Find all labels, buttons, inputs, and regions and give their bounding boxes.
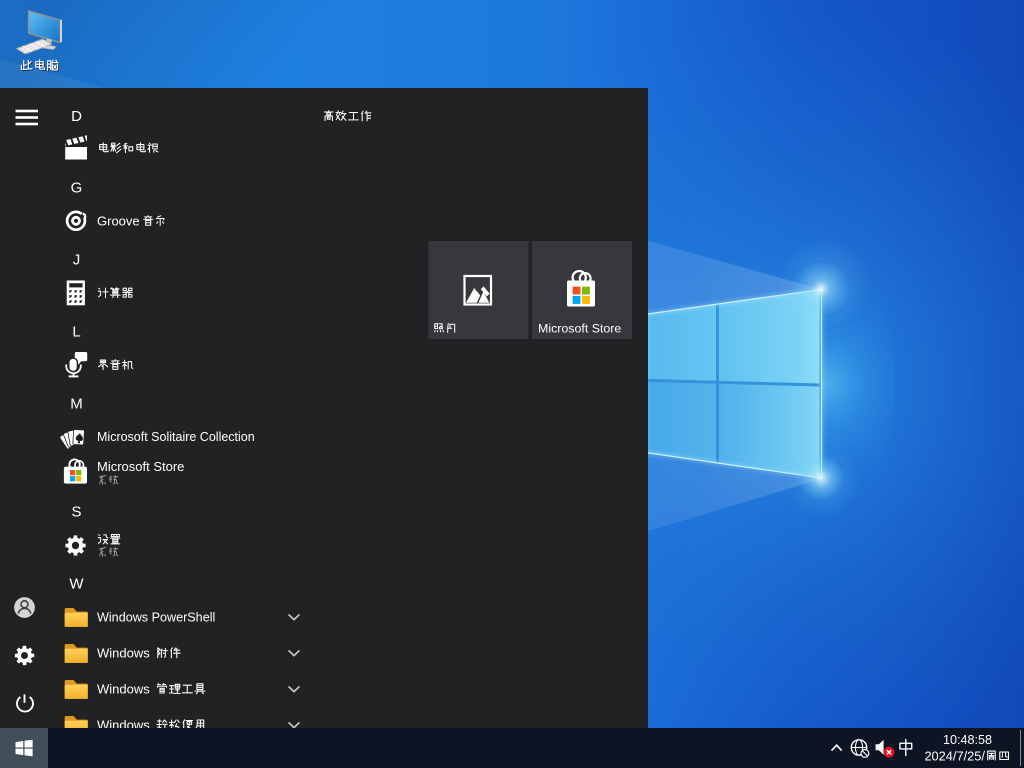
svg-text:Groove: Groove xyxy=(97,213,140,228)
svg-text:Microsoft Store: Microsoft Store xyxy=(538,321,621,335)
svg-text:Windows: Windows xyxy=(97,681,150,696)
svg-text:L: L xyxy=(72,323,80,340)
svg-text:Windows: Windows xyxy=(97,645,150,660)
svg-text:W: W xyxy=(69,575,84,592)
svg-text:G: G xyxy=(71,179,83,196)
svg-text:Microsoft Solitaire Collection: Microsoft Solitaire Collection xyxy=(97,430,255,444)
svg-text:2024/7/25/: 2024/7/25/ xyxy=(924,748,985,763)
svg-text:D: D xyxy=(71,108,82,125)
svg-text:Windows PowerShell: Windows PowerShell xyxy=(97,610,215,624)
svg-text:10:48:58: 10:48:58 xyxy=(943,733,992,747)
svg-text:M: M xyxy=(70,395,83,412)
svg-text:S: S xyxy=(71,503,81,520)
svg-text:J: J xyxy=(73,251,81,268)
svg-text:Microsoft Store: Microsoft Store xyxy=(97,459,184,474)
